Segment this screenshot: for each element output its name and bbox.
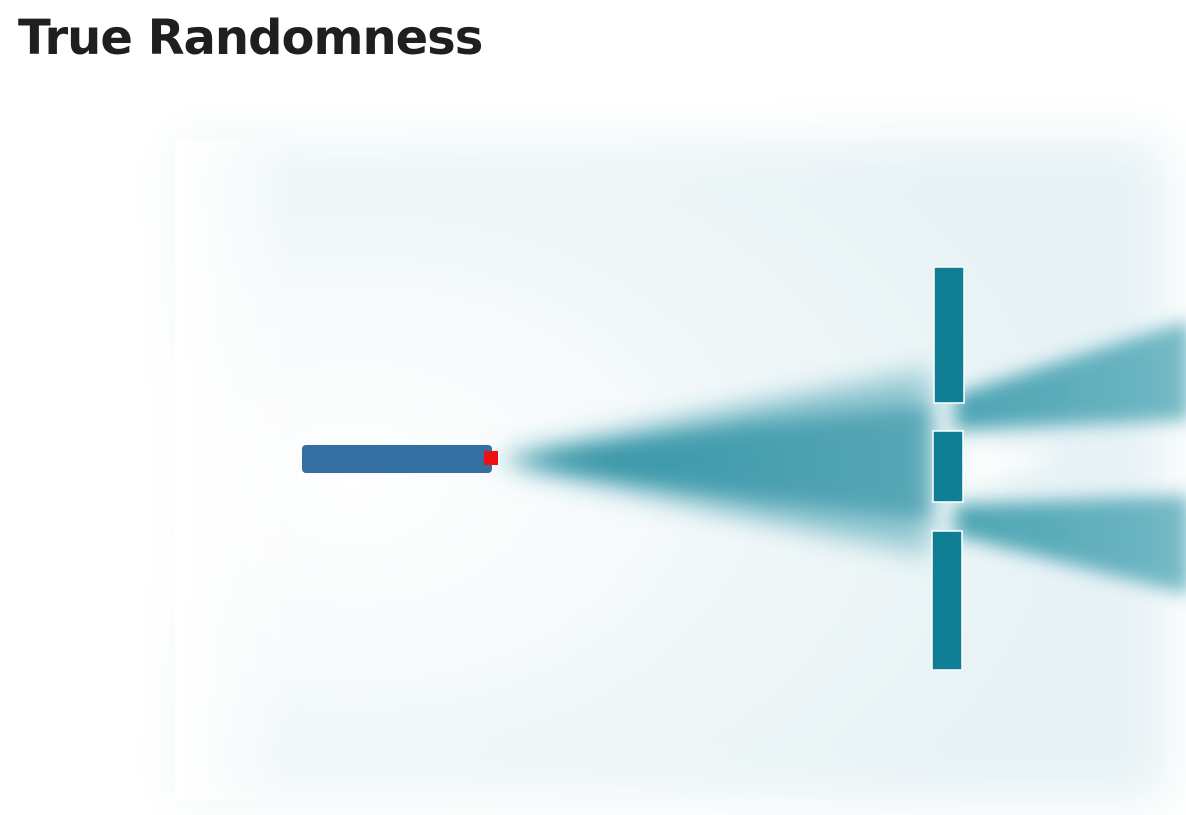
barrier-bottom-segment [931,530,963,671]
double-slit-barrier-icon [931,266,965,671]
particle-emitter-icon [302,445,498,473]
barrier-middle-segment [932,430,964,503]
barrier-top-segment [933,266,965,404]
double-slit-scene [175,140,1186,800]
emitter-tip [484,451,498,465]
